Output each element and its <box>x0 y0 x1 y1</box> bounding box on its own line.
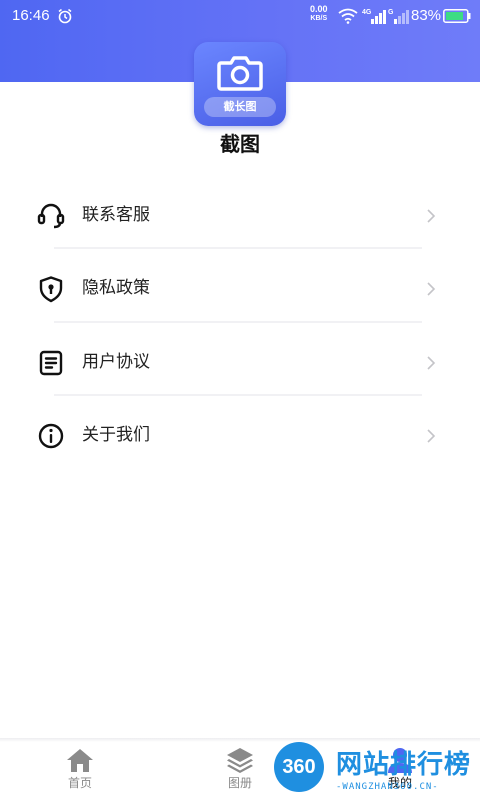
layers-icon <box>227 748 253 773</box>
watermark: 360 网站排行榜 -WANGZHAN360.CN- <box>272 742 480 800</box>
menu-item-label: 关于我们 <box>82 425 150 445</box>
chevron-right-icon <box>427 282 436 296</box>
screen: 16:46 0.00 KB/S 4G G 83% 截长图 截图 联系客服 隐私政… <box>0 0 480 800</box>
logo-badge: 截长图 <box>204 97 276 117</box>
menu-item-label: 用户协议 <box>82 352 150 372</box>
app-name: 截图 <box>220 132 260 156</box>
camera-icon <box>217 56 263 91</box>
battery-icon <box>443 9 471 23</box>
divider <box>54 321 422 323</box>
headset-icon <box>37 203 65 229</box>
svg-text:G: G <box>388 9 394 16</box>
menu-item-privacy-policy[interactable]: 隐私政策 <box>24 259 456 319</box>
status-time: 16:46 <box>12 7 50 24</box>
alarm-icon <box>58 8 72 24</box>
watermark-subtitle: -WANGZHAN360.CN- <box>336 782 439 792</box>
watermark-title: 网站排行榜 <box>336 750 472 780</box>
signal-4g-icon: 4G <box>362 9 386 24</box>
menu-item-customer-service[interactable]: 联系客服 <box>24 186 456 246</box>
menu-item-label: 联系客服 <box>82 205 150 225</box>
menu-item-about-us[interactable]: 关于我们 <box>24 406 456 466</box>
menu-item-label: 隐私政策 <box>82 278 150 298</box>
chevron-right-icon <box>427 429 436 443</box>
battery-percent: 83% <box>411 7 442 24</box>
shield-lock-icon <box>39 276 63 303</box>
app-logo: 截长图 <box>194 42 286 126</box>
document-icon <box>39 350 63 376</box>
status-bar: 16:46 0.00 KB/S 4G G 83% <box>0 0 480 32</box>
divider <box>54 394 422 396</box>
home-icon <box>67 749 93 772</box>
menu-item-user-agreement[interactable]: 用户协议 <box>24 333 456 393</box>
tab-label: 首页 <box>67 776 92 790</box>
chevron-right-icon <box>427 356 436 370</box>
signal-icon: G <box>388 9 409 24</box>
watermark-logo: 360 <box>274 742 324 792</box>
net-speed-value: 0.00 <box>310 4 328 14</box>
info-icon <box>38 423 64 449</box>
wifi-icon <box>338 8 358 24</box>
divider <box>54 247 422 249</box>
net-speed: 0.00 KB/S <box>310 5 328 23</box>
svg-text:4G: 4G <box>362 9 372 16</box>
net-speed-unit: KB/S <box>310 15 328 22</box>
tab-home[interactable]: 首页 <box>30 742 130 800</box>
chevron-right-icon <box>427 209 436 223</box>
